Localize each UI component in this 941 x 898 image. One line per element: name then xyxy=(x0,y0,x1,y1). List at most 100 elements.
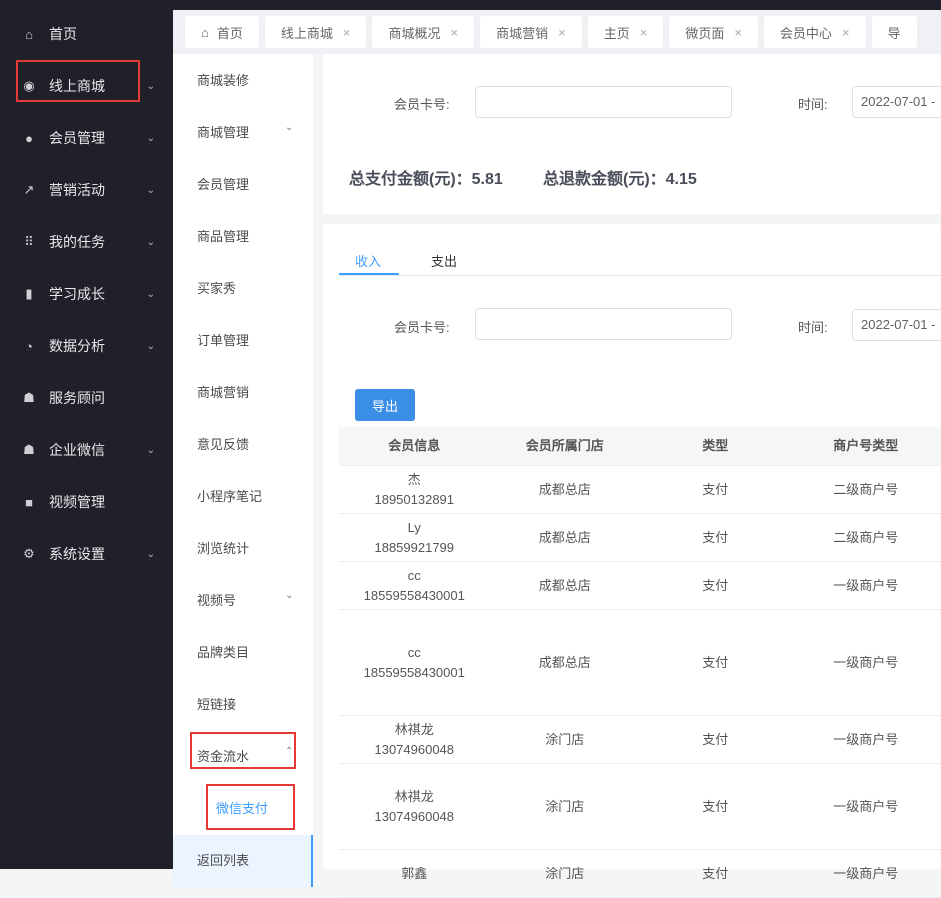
member-phone: 18950132891 xyxy=(339,490,490,510)
tab-item[interactable]: 会员中心× xyxy=(764,16,866,48)
sidebar-item-label: 会员管理 xyxy=(49,128,105,148)
store: 成都总店 xyxy=(490,576,641,596)
submenu-item[interactable]: 品牌类目 xyxy=(197,642,249,661)
submenu-label: 短链接 xyxy=(197,697,236,712)
sidebar-item[interactable]: ▮学习成长⌄ xyxy=(0,268,173,320)
submenu-item[interactable]: 短链接 xyxy=(197,694,236,713)
export-button[interactable]: 导出 xyxy=(355,389,415,421)
member-info: 林祺龙13074960048 xyxy=(339,720,490,760)
time-range-input[interactable]: 2022-07-01 - xyxy=(852,86,941,118)
submenu-item[interactable]: 商城管理⌄ xyxy=(197,122,249,141)
table-row: 杰18950132891成都总店支付二级商户号 xyxy=(339,466,941,514)
card-number-input[interactable] xyxy=(475,86,732,118)
submenu-item[interactable]: 商城装修 xyxy=(197,70,249,89)
time-range-input[interactable]: 2022-07-01 - xyxy=(852,309,941,341)
sidebar-item[interactable]: ⠿我的任务⌄ xyxy=(0,216,173,268)
close-icon[interactable]: × xyxy=(343,25,351,40)
column-header: 商户号类型 xyxy=(791,436,941,456)
table-header: 会员信息会员所属门店类型商户号类型 xyxy=(339,427,941,466)
time-label: 时间: xyxy=(798,94,828,113)
sidebar-item[interactable]: ☗服务顾问 xyxy=(0,372,173,424)
type: 支付 xyxy=(640,864,791,884)
chevron-down-icon: ⌄ xyxy=(147,445,155,456)
submenu-label: 小程序笔记 xyxy=(197,489,262,504)
tab-item[interactable]: 商城概况× xyxy=(372,16,474,48)
main-sidebar: ⌂首页◉线上商城⌄●会员管理⌄↗营销活动⌄⠿我的任务⌄▮学习成长⌄◔数据分析⌄☗… xyxy=(0,0,173,869)
submenu-item[interactable]: 视频号⌄ xyxy=(197,590,236,609)
member-name: cc xyxy=(339,566,490,586)
type: 支付 xyxy=(640,653,791,673)
member-phone: 18559558430001 xyxy=(339,663,490,683)
submenu-item[interactable]: 商品管理 xyxy=(197,226,249,245)
sidebar-item[interactable]: ⚙系统设置⌄ xyxy=(0,528,173,580)
video-icon: ■ xyxy=(21,495,37,510)
store: 成都总店 xyxy=(490,528,641,548)
tab-label: 主页 xyxy=(604,23,630,42)
tab-label: 首页 xyxy=(217,23,243,42)
total-refund: 总退款金额(元)：4.15 xyxy=(543,165,697,189)
chevron-icon: ⌄ xyxy=(285,122,293,133)
close-icon[interactable]: × xyxy=(842,25,850,40)
sidebar-item-label: 我的任务 xyxy=(49,232,105,252)
submenu-label: 商城管理 xyxy=(197,125,249,140)
tab-item[interactable]: 主页 × xyxy=(588,16,664,48)
highlight-box xyxy=(16,60,140,102)
close-icon[interactable]: × xyxy=(640,25,648,40)
sidebar-item-label: 服务顾问 xyxy=(49,388,105,408)
tab-income[interactable]: 收入 xyxy=(355,251,381,270)
column-header: 会员信息 xyxy=(339,436,490,456)
tab-item[interactable]: 导 xyxy=(872,16,917,48)
close-icon[interactable]: × xyxy=(558,25,566,40)
team-icon: ☗ xyxy=(21,442,37,458)
member-info: Ly18859921799 xyxy=(339,518,490,558)
submenu-item[interactable]: 意见反馈 xyxy=(197,434,249,453)
store: 成都总店 xyxy=(490,653,641,673)
sidebar-item[interactable]: ⌂首页 xyxy=(0,8,173,60)
close-icon[interactable]: × xyxy=(734,25,742,40)
member-phone: 18859921799 xyxy=(339,538,490,558)
sidebar-item-label: 企业微信 xyxy=(49,440,105,460)
submenu-item[interactable]: 订单管理 xyxy=(197,330,249,349)
submenu-item[interactable]: 商城营销 xyxy=(197,382,249,401)
chevron-down-icon: ⌄ xyxy=(147,341,155,352)
store: 成都总店 xyxy=(490,480,641,500)
member-info: 郭鑫 xyxy=(339,864,490,884)
member-name: cc xyxy=(339,643,490,663)
tab-item[interactable]: 微页面× xyxy=(669,16,758,48)
sidebar-item[interactable]: ↗营销活动⌄ xyxy=(0,164,173,216)
table-row: Ly18859921799成都总店支付二级商户号 xyxy=(339,514,941,562)
submenu-item[interactable]: 返回列表 xyxy=(197,850,249,869)
tab-active-indicator xyxy=(339,273,399,275)
submenu-item[interactable]: 浏览统计 xyxy=(197,538,249,557)
member-phone: 13074960048 xyxy=(339,740,490,760)
submenu-item[interactable]: 小程序笔记 xyxy=(197,486,262,505)
pie-icon: ◔ xyxy=(21,339,37,354)
card-number-label: 会员卡号: xyxy=(394,94,450,113)
column-header: 类型 xyxy=(640,436,791,456)
sidebar-item[interactable]: ●会员管理⌄ xyxy=(0,112,173,164)
chevron-down-icon: ⌄ xyxy=(147,185,155,196)
tab-item[interactable]: ⌂首页 xyxy=(185,16,259,48)
tab-item[interactable]: 商城营销× xyxy=(480,16,582,48)
chevron-down-icon: ⌄ xyxy=(147,549,155,560)
submenu-label: 订单管理 xyxy=(197,333,249,348)
tab-item[interactable]: 线上商城× xyxy=(265,16,367,48)
sidebar-item[interactable]: ☗ 企业微信 ⌄ xyxy=(0,424,173,476)
submenu-label: 会员管理 xyxy=(197,177,249,192)
chevron-icon: ⌄ xyxy=(285,590,293,601)
sidebar-item-label: 营销活动 xyxy=(49,180,105,200)
chevron-down-icon: ⌄ xyxy=(147,133,155,144)
table-row: 郭鑫涂门店支付一级商户号 xyxy=(339,850,941,898)
submenu-item[interactable]: 买家秀 xyxy=(197,278,236,297)
submenu-item[interactable]: 会员管理 xyxy=(197,174,249,193)
card-number-input[interactable] xyxy=(475,308,732,340)
tab-expense[interactable]: 支出 xyxy=(431,251,457,270)
submenu-label: 买家秀 xyxy=(197,281,236,296)
member-phone: 18559558430001 xyxy=(339,586,490,606)
sidebar-item[interactable]: ◔数据分析⌄ xyxy=(0,320,173,372)
close-icon[interactable]: × xyxy=(451,25,459,40)
submenu-label: 视频号 xyxy=(197,593,236,608)
merchant-type: 一级商户号 xyxy=(791,864,941,884)
sidebar-item[interactable]: ■视频管理 xyxy=(0,476,173,528)
member-name: 杰 xyxy=(339,470,490,490)
